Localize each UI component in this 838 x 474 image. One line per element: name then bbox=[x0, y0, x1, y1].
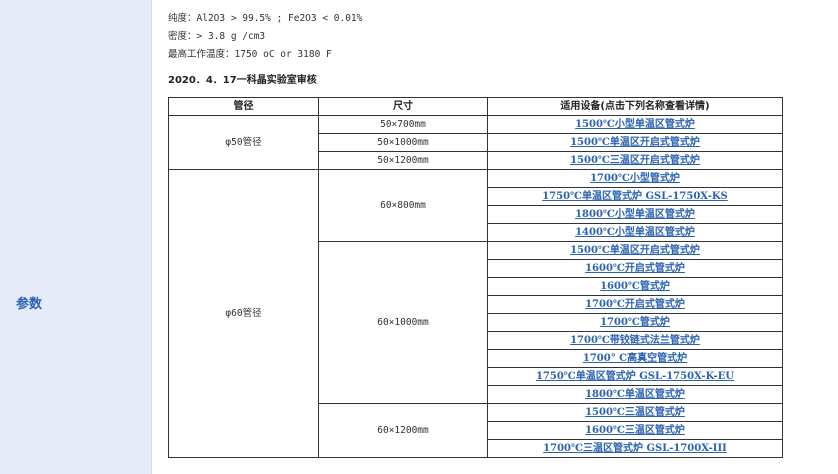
size-cell: 50×1200mm bbox=[318, 151, 488, 170]
equipment-cell: 1600℃管式炉 bbox=[487, 277, 783, 296]
table-row: φ50管径 50×700mm 1500℃小型单温区管式炉 bbox=[168, 115, 783, 170]
equipment-cell: 1750℃单温区管式炉 GSL-1750X-K-EU bbox=[487, 367, 783, 386]
diameter-cell: φ50管径 bbox=[168, 115, 319, 170]
equipment-cell: 1500℃单温区开启式管式炉 bbox=[487, 241, 783, 260]
equipment-link[interactable]: 1600℃三温区管式炉 bbox=[585, 425, 685, 436]
table-row: φ60管径 60×800mm 1700℃小型管式炉 bbox=[168, 169, 783, 458]
equipment-cell: 1700℃管式炉 bbox=[487, 313, 783, 332]
equipment-link[interactable]: 1800℃小型单温区管式炉 bbox=[575, 209, 695, 220]
diameter-cell: φ60管径 bbox=[168, 169, 319, 458]
equipment-link[interactable]: 1500℃三温区开启式管式炉 bbox=[570, 155, 700, 166]
equipment-link[interactable]: 1700℃三温区管式炉 GSL-1700X-III bbox=[543, 443, 727, 454]
size-cell: 60×800mm bbox=[318, 169, 488, 242]
equipment-link[interactable]: 1600℃管式炉 bbox=[600, 281, 670, 292]
header-diameter: 管径 bbox=[168, 97, 319, 116]
audit-title: 2020．4．17一科晶实验室审核 bbox=[168, 75, 317, 86]
equipment-link[interactable]: 1500℃三温区管式炉 bbox=[585, 407, 685, 418]
equipment-cell: 1500℃单温区开启式管式炉 bbox=[487, 133, 783, 152]
max-temperature-spec: 最高工作温度：1750 oC or 3180 F bbox=[168, 49, 332, 60]
purity-spec: 纯度：Al2O3 > 99.5% ; Fe2O3 < 0.01% bbox=[168, 13, 363, 24]
equipment-cell: 1500℃三温区开启式管式炉 bbox=[487, 151, 783, 170]
equipment-cell: 1800℃单温区管式炉 bbox=[487, 385, 783, 404]
equipment-cell: 1700℃带铰链式法兰管式炉 bbox=[487, 331, 783, 350]
column-divider bbox=[151, 0, 152, 474]
equipment-link[interactable]: 1700° C高真空管式炉 bbox=[583, 353, 687, 364]
equipment-link[interactable]: 1500℃小型单温区管式炉 bbox=[575, 119, 695, 130]
density-spec: 密度：> 3.8 g /cm3 bbox=[168, 31, 266, 42]
equipment-link[interactable]: 1400℃小型单温区管式炉 bbox=[575, 227, 695, 238]
equipment-link[interactable]: 1750℃单温区管式炉 GSL-1750X-KS bbox=[542, 191, 728, 202]
equipment-cell: 1500℃小型单温区管式炉 bbox=[487, 115, 783, 134]
size-cell: 60×1000mm bbox=[318, 241, 488, 404]
header-size: 尺寸 bbox=[318, 97, 488, 116]
equipment-link[interactable]: 1700℃开启式管式炉 bbox=[585, 299, 685, 310]
equipment-cell: 1600℃三温区管式炉 bbox=[487, 421, 783, 440]
equipment-cell: 1700° C高真空管式炉 bbox=[487, 349, 783, 368]
equipment-cell: 1500℃三温区管式炉 bbox=[487, 403, 783, 422]
equipment-link[interactable]: 1700℃带铰链式法兰管式炉 bbox=[570, 335, 700, 346]
equipment-cell: 1400℃小型单温区管式炉 bbox=[487, 223, 783, 242]
header-equipment: 适用设备(点击下列名称查看详情) bbox=[487, 97, 783, 116]
equipment-cell: 1750℃单温区管式炉 GSL-1750X-KS bbox=[487, 187, 783, 206]
size-cell: 60×1200mm bbox=[318, 403, 488, 458]
equipment-cell: 1700℃三温区管式炉 GSL-1700X-III bbox=[487, 439, 783, 458]
size-cell: 50×700mm bbox=[318, 115, 488, 134]
equipment-link[interactable]: 1750℃单温区管式炉 GSL-1750X-K-EU bbox=[536, 371, 734, 382]
equipment-link[interactable]: 1500℃单温区开启式管式炉 bbox=[570, 137, 700, 148]
equipment-cell: 1700℃开启式管式炉 bbox=[487, 295, 783, 314]
equipment-link[interactable]: 1700℃小型管式炉 bbox=[590, 173, 680, 184]
equipment-cell: 1700℃小型管式炉 bbox=[487, 169, 783, 188]
equipment-table: 管径 尺寸 适用设备(点击下列名称查看详情) φ50管径 50×700mm 15… bbox=[168, 97, 783, 458]
equipment-cell: 1600℃开启式管式炉 bbox=[487, 259, 783, 278]
parameters-label: 参数 bbox=[16, 297, 43, 312]
table-header-row: 管径 尺寸 适用设备(点击下列名称查看详情) bbox=[168, 97, 783, 116]
sidebar-column: 参数 bbox=[0, 0, 151, 474]
size-cell: 50×1000mm bbox=[318, 133, 488, 152]
spec-content: 纯度：Al2O3 > 99.5% ; Fe2O3 < 0.01% 密度：> 3.… bbox=[168, 10, 828, 90]
equipment-link[interactable]: 1800℃单温区管式炉 bbox=[585, 389, 685, 400]
equipment-link[interactable]: 1700℃管式炉 bbox=[600, 317, 670, 328]
equipment-link[interactable]: 1600℃开启式管式炉 bbox=[585, 263, 685, 274]
equipment-link[interactable]: 1500℃单温区开启式管式炉 bbox=[570, 245, 700, 256]
equipment-cell: 1800℃小型单温区管式炉 bbox=[487, 205, 783, 224]
